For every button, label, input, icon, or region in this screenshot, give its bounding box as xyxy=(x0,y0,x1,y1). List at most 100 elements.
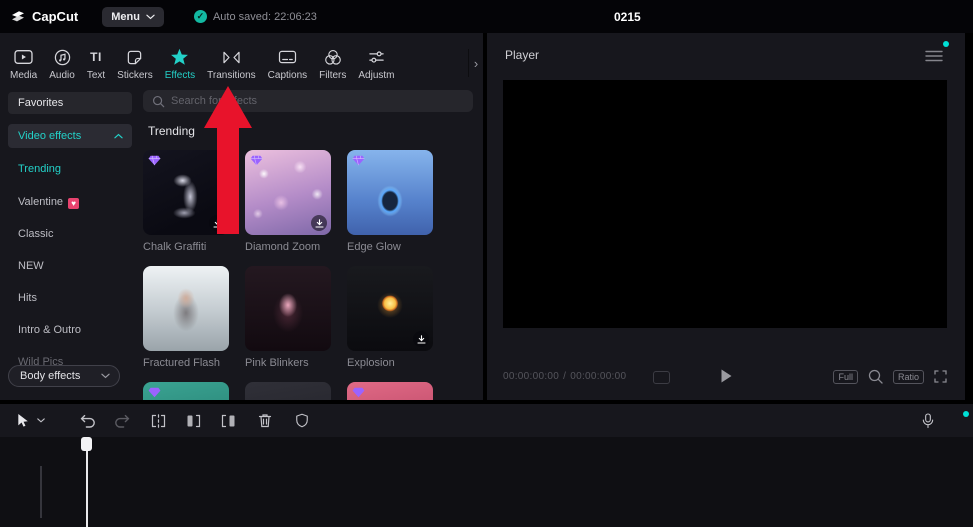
player-menu-button[interactable] xyxy=(925,50,943,62)
capcut-logo-text: CapCut xyxy=(32,9,79,24)
effect-name: Fractured Flash xyxy=(143,357,221,369)
adjustment-icon xyxy=(368,48,385,67)
effect-card[interactable]: Edge Glow xyxy=(347,150,433,253)
video-preview xyxy=(503,80,947,328)
playhead[interactable] xyxy=(81,437,93,527)
redo-button[interactable] xyxy=(112,404,132,437)
delete-right-button[interactable] xyxy=(218,404,238,437)
sidebar-item-classic[interactable]: Classic xyxy=(18,228,53,240)
effects-sidebar: Favorites Video effects Trending Valenti… xyxy=(8,92,132,392)
timecode-separator: / xyxy=(563,371,567,382)
effect-card[interactable]: Pink Blinkers xyxy=(245,266,331,369)
select-tool-button[interactable] xyxy=(12,404,32,437)
fullscreen-button[interactable] xyxy=(934,370,947,383)
tab-stickers[interactable]: Stickers xyxy=(117,48,153,81)
zoom-fit-button[interactable] xyxy=(868,369,883,384)
media-library-panel: Media Audio TI Text Stickers Effects Tra… xyxy=(0,33,483,400)
player-panel: Player 00:00:00:00 / 00:00:00:00 Full Ra… xyxy=(487,33,965,400)
effect-card[interactable] xyxy=(245,382,331,400)
track-divider xyxy=(40,466,42,518)
sidebar-group-video-effects[interactable]: Video effects xyxy=(8,124,132,148)
undo-button[interactable] xyxy=(78,404,98,437)
top-bar: CapCut Menu ✓ Auto saved: 22:06:23 0215 xyxy=(0,0,973,33)
delete-button[interactable] xyxy=(255,404,275,437)
ratio-button[interactable]: Ratio xyxy=(892,369,924,384)
sidebar-item-trending[interactable]: Trending xyxy=(18,163,61,175)
captions-icon xyxy=(278,48,297,67)
chevron-down-icon xyxy=(37,418,45,423)
tab-transitions[interactable]: Transitions xyxy=(207,48,256,81)
effect-thumbnail xyxy=(347,382,433,400)
effect-thumbnail xyxy=(245,266,331,351)
tab-captions[interactable]: Captions xyxy=(268,48,307,81)
tab-adjustment[interactable]: Adjustm xyxy=(358,48,395,81)
sidebar-item-new[interactable]: NEW xyxy=(18,260,44,272)
effect-card[interactable]: Diamond Zoom xyxy=(245,150,331,253)
expand-tabs-button[interactable]: › xyxy=(468,49,483,77)
effect-thumbnail xyxy=(143,382,229,400)
play-button[interactable] xyxy=(718,367,734,385)
record-voiceover-button[interactable] xyxy=(918,404,938,437)
full-button[interactable]: Full xyxy=(833,369,858,384)
tab-filters[interactable]: Filters xyxy=(319,48,346,81)
menu-button-label: Menu xyxy=(111,10,140,23)
effect-card[interactable] xyxy=(347,382,433,400)
download-icon[interactable] xyxy=(209,215,225,231)
delete-left-icon xyxy=(187,414,200,427)
effect-name: Chalk Graffiti xyxy=(143,241,207,253)
effect-thumbnail xyxy=(245,150,331,235)
text-icon: TI xyxy=(90,50,102,64)
effect-name: Diamond Zoom xyxy=(245,241,321,253)
microphone-icon xyxy=(922,412,934,428)
timeline-toolbar xyxy=(0,404,973,437)
play-icon xyxy=(721,369,731,383)
tab-label: Text xyxy=(86,69,106,81)
download-icon[interactable] xyxy=(311,215,327,231)
effect-card[interactable]: Chalk Graffiti xyxy=(143,150,229,253)
timeline[interactable] xyxy=(0,437,973,527)
vip-diamond-icon xyxy=(148,155,161,166)
body-effects-dropdown[interactable]: Body effects xyxy=(8,365,120,387)
playhead-handle[interactable] xyxy=(81,437,92,451)
split-button[interactable] xyxy=(148,404,168,437)
effect-card[interactable] xyxy=(143,382,229,400)
delete-right-icon xyxy=(221,414,234,427)
section-title-trending: Trending xyxy=(148,124,195,138)
sidebar-item-intro-outro[interactable]: Intro & Outro xyxy=(18,324,81,336)
heart-icon: ♥ xyxy=(68,198,80,209)
tab-label: Captions xyxy=(267,69,308,81)
sidebar-item-hits[interactable]: Hits xyxy=(18,292,37,304)
tab-label: Effects xyxy=(164,69,196,81)
hamburger-icon xyxy=(925,50,943,62)
vip-diamond-icon xyxy=(352,155,365,166)
effect-card[interactable]: Fractured Flash xyxy=(143,266,229,369)
timecode-total: 00:00:00:00 xyxy=(570,371,627,382)
check-icon: ✓ xyxy=(193,10,207,23)
magnifier-icon xyxy=(868,369,883,384)
sidebar-item-valentine[interactable]: Valentine ♥ xyxy=(18,196,80,209)
tab-media[interactable]: Media xyxy=(10,48,37,81)
timecode-options-icon[interactable] xyxy=(653,371,670,384)
download-icon[interactable] xyxy=(413,331,429,347)
search-input[interactable] xyxy=(171,95,464,107)
menu-button[interactable]: Menu xyxy=(102,6,164,27)
effect-name: Edge Glow xyxy=(347,241,401,253)
split-icon xyxy=(151,413,165,428)
mask-button[interactable] xyxy=(292,404,312,437)
effect-name: Explosion xyxy=(347,357,395,369)
sidebar-item-favorites[interactable]: Favorites xyxy=(8,92,132,114)
select-tool-dropdown[interactable] xyxy=(34,404,48,437)
delete-left-button[interactable] xyxy=(183,404,203,437)
notification-dot xyxy=(963,411,969,417)
tab-label: Transitions xyxy=(207,69,256,81)
timecode-display: 00:00:00:00 / 00:00:00:00 xyxy=(503,371,626,382)
tab-audio[interactable]: Audio xyxy=(49,48,75,81)
chevron-down-icon xyxy=(146,14,155,19)
vip-diamond-icon xyxy=(148,387,161,398)
effect-card[interactable]: Explosion xyxy=(347,266,433,369)
player-controls-right: Full Ratio xyxy=(833,369,947,384)
favorites-label: Favorites xyxy=(18,97,64,109)
tab-effects[interactable]: Effects xyxy=(165,48,195,81)
tab-text[interactable]: TI Text xyxy=(87,48,105,81)
chevron-right-icon: › xyxy=(473,55,479,71)
